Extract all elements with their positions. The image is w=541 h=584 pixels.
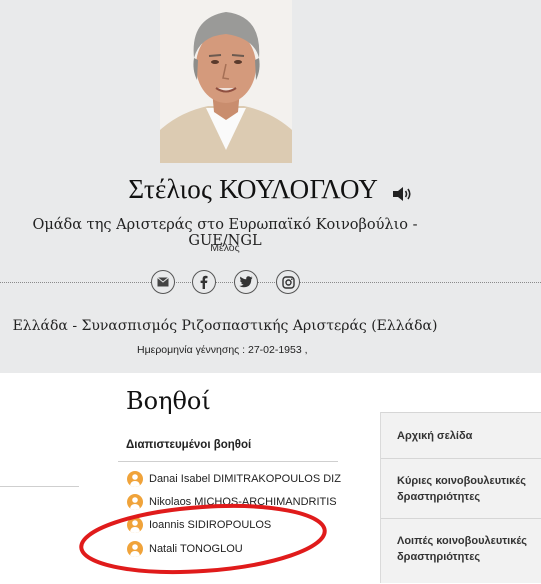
country-party: Ελλάδα - Συνασπισμός Ριζοσπαστικής Αριστ… [12,318,438,334]
assistant-name: Nikolaos MICHOS-ARCHIMANDRITIS [149,496,337,508]
sidebar-item-label: Αρχική σελίδα [397,430,473,442]
sidebar-item-label-line2: δραστηριότητες [397,551,481,563]
left-divider [0,486,79,487]
sidebar-item-other-activities[interactable]: Λοιπές κοινοβουλευτικές δραστηριότητες [381,518,541,584]
sidebar-item-label-line2: δραστηριότητες [397,491,481,503]
social-divider [0,282,541,283]
email-icon[interactable] [151,270,175,294]
speaker-icon[interactable] [391,185,413,203]
assistant-item: Ioannis SIDIROPOULOS [127,515,271,535]
assistant-item: Nikolaos MICHOS-ARCHIMANDRITIS [127,492,337,512]
subheading-divider [118,461,338,462]
assistant-name: Ioannis SIDIROPOULOS [149,519,272,531]
sidebar-item-main-activities[interactable]: Κύριες κοινοβουλευτικές δραστηριότητες [381,458,541,519]
assistant-name: Danai Isabel DIMITRAKOPOULOS DIZ [149,473,341,485]
twitter-icon[interactable] [234,270,258,294]
sidebar-item-label: Λοιπές κοινοβουλευτικές [397,535,528,547]
mep-role: Μέλος [210,242,240,254]
sidebar-nav: Αρχική σελίδα Κύριες κοινοβουλευτικές δρ… [380,412,541,583]
profile-photo [160,0,292,163]
assistants-title: Βοηθοί [126,387,211,415]
assistant-item: Danai Isabel DIMITRAKOPOULOS DIZ [127,469,341,489]
mep-name-row: Στέλιος ΚΟΥΛΟΓΛΟΥ [0,174,541,205]
person-icon [127,541,143,557]
person-icon [127,471,143,487]
sidebar-item-label: Κύριες κοινοβουλευτικές [397,475,526,487]
person-icon [127,494,143,510]
accredited-assistants-heading: Διαπιστευμένοι βοηθοί [126,439,252,451]
mep-name: Στέλιος ΚΟΥΛΟΓΛΟΥ [128,174,379,204]
profile-header: Στέλιος ΚΟΥΛΟΓΛΟΥ Ομάδα της Αριστεράς στ… [0,0,541,373]
instagram-icon[interactable] [276,270,300,294]
facebook-icon[interactable] [192,270,216,294]
birth-date: Ημερομηνία γέννησης : 27-02-1953 , [137,344,308,356]
sidebar-item-home[interactable]: Αρχική σελίδα [381,412,541,459]
assistant-name: Natali TONOGLOU [149,543,243,555]
assistant-item: Natali TONOGLOU [127,539,243,559]
person-icon [127,517,143,533]
